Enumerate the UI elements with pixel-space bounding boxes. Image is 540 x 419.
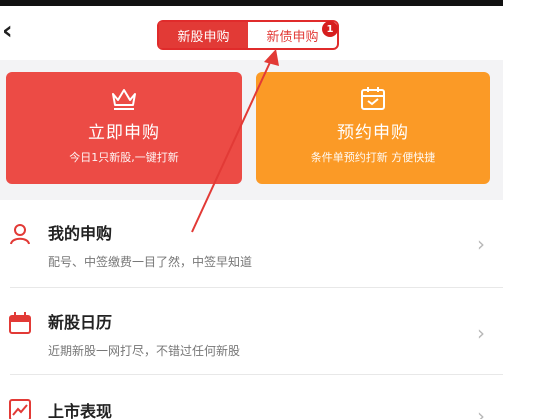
- reserve-subscribe-card[interactable]: 预约申购 条件单预约打新 方便快捷: [256, 72, 490, 184]
- chevron-left-icon[interactable]: ‹: [2, 18, 13, 44]
- calendar-icon: [361, 87, 385, 110]
- top-nav: ‹ 新股申购 新债申购 1: [0, 6, 503, 60]
- card-title: 立即申购: [88, 123, 160, 143]
- card-title: 预约申购: [337, 123, 409, 143]
- list-item-my-subscriptions[interactable]: 我的申购 配号、中签缴费一目了然，中签早知道 ›: [0, 200, 503, 288]
- card-subtitle: 今日1只新股,一键打新: [69, 151, 179, 164]
- list-item-listing-performance[interactable]: 上市表现 ›: [0, 376, 503, 419]
- trend-chart-icon: [9, 399, 31, 419]
- chevron-right-icon: ›: [477, 321, 485, 345]
- crown-icon: [112, 89, 136, 110]
- blank-margin: [503, 0, 540, 419]
- chevron-right-icon: ›: [477, 404, 485, 419]
- chevron-right-icon: ›: [477, 232, 485, 256]
- tab-label: 新股申购: [177, 29, 230, 45]
- list-item-title: 上市表现: [48, 402, 113, 419]
- tab-new-bond[interactable]: 新债申购 1: [248, 21, 338, 48]
- user-icon: [10, 224, 30, 245]
- list-item-title: 新股日历: [48, 313, 113, 332]
- list-item-subtitle: 配号、中签缴费一目了然，中签早知道: [48, 255, 253, 269]
- subscribe-now-card[interactable]: 立即申购 今日1只新股,一键打新: [6, 72, 242, 184]
- list-item-title: 我的申购: [48, 224, 113, 243]
- notification-badge: 1: [322, 21, 338, 37]
- calendar-icon: [9, 312, 31, 334]
- tab-new-stock[interactable]: 新股申购: [159, 22, 248, 48]
- tab-label: 新债申购: [266, 29, 319, 45]
- list-item-ipo-calendar[interactable]: 新股日历 近期新股一网打尽，不错过任何新股 ›: [0, 289, 503, 375]
- list-item-subtitle: 近期新股一网打尽，不错过任何新股: [48, 344, 241, 358]
- divider: [10, 374, 503, 375]
- card-subtitle: 条件单预约打新 方便快捷: [310, 151, 436, 164]
- segmented-control: 新股申购 新债申购 1: [157, 20, 339, 50]
- divider: [10, 287, 503, 288]
